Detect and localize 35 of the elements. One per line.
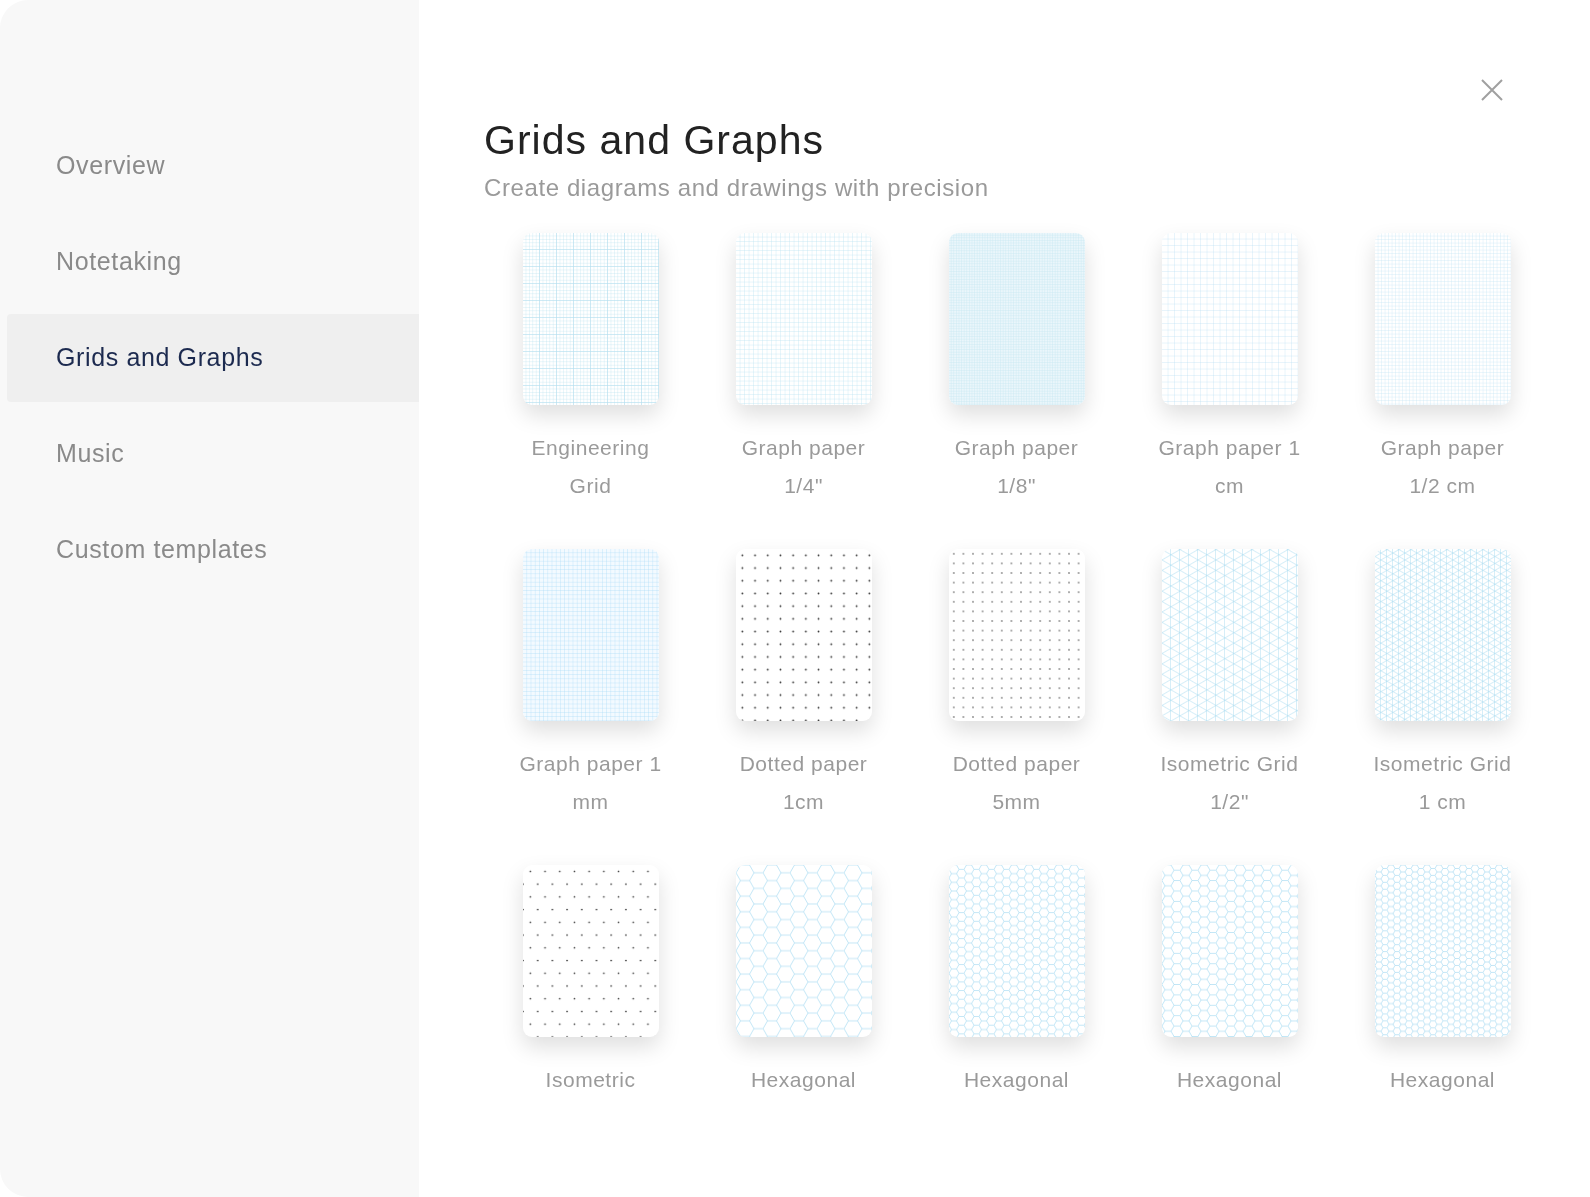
template-thumbnail[interactable] <box>1161 233 1298 405</box>
template-label: Hexagonal <box>962 1067 1071 1093</box>
template-label: Isometric Grid 1/2" <box>1159 751 1300 815</box>
template-thumbnail[interactable] <box>735 865 872 1037</box>
template-label: Isometric <box>544 1067 637 1093</box>
template-label: Graph paper 1/4" <box>740 435 867 499</box>
template-thumbnail[interactable] <box>1161 865 1298 1037</box>
template-label: Graph paper 1/2 cm <box>1379 435 1506 499</box>
sidebar-item[interactable]: Notetaking <box>7 218 419 306</box>
template-label: Graph paper 1/8" <box>953 435 1080 499</box>
template-thumbnail[interactable] <box>948 233 1085 405</box>
template-thumbnail[interactable] <box>948 865 1085 1037</box>
template-thumbnail[interactable] <box>1374 233 1511 405</box>
template-thumbnail[interactable] <box>1374 865 1511 1037</box>
template-label: Engineering Grid <box>530 435 651 499</box>
template-thumbnail[interactable] <box>735 233 872 405</box>
template-thumbnail[interactable] <box>1374 549 1511 721</box>
template-thumbnail[interactable] <box>1161 549 1298 721</box>
sidebar-item[interactable]: Custom templates <box>7 506 419 594</box>
template-label: Graph paper 1 mm <box>518 751 663 815</box>
template-label: Hexagonal <box>1388 1067 1497 1093</box>
template-thumbnail[interactable] <box>522 233 659 405</box>
template-label: Graph paper 1 cm <box>1157 435 1302 499</box>
close-icon <box>1480 78 1504 102</box>
sidebar-item[interactable]: Overview <box>7 122 419 210</box>
sidebar-item[interactable]: Music <box>7 410 419 498</box>
template-label: Isometric Grid 1 cm <box>1372 751 1513 815</box>
template-label: Hexagonal <box>1175 1067 1284 1093</box>
page-subtitle: Create diagrams and drawings with precision <box>484 176 990 200</box>
template-thumbnail[interactable] <box>522 549 659 721</box>
template-label: Dotted paper 1cm <box>738 751 869 815</box>
sidebar-item[interactable]: Grids and Graphs <box>7 314 419 402</box>
template-label: Hexagonal <box>749 1067 858 1093</box>
template-label: Dotted paper 5mm <box>951 751 1082 815</box>
page-title: Grids and Graphs <box>484 120 825 161</box>
